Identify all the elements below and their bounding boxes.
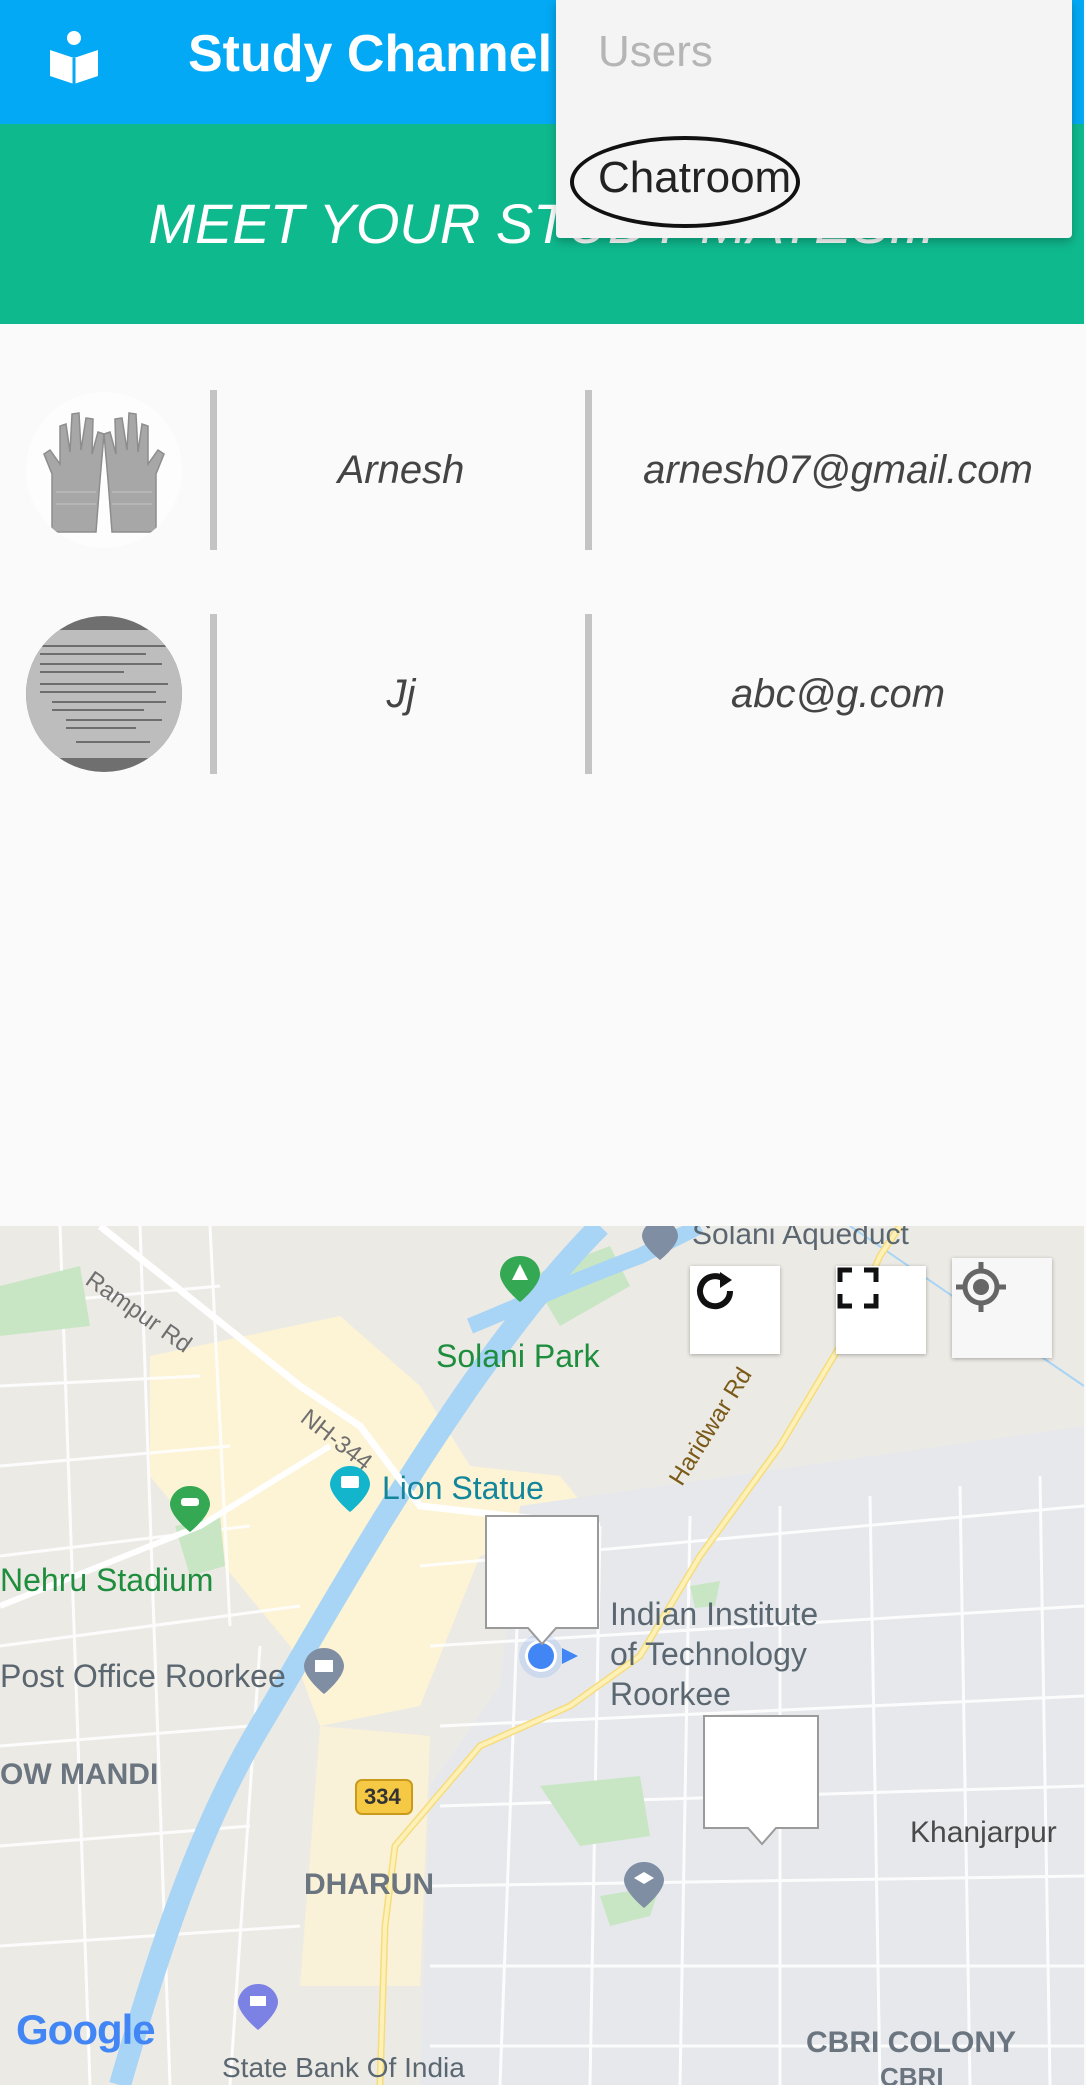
column-divider xyxy=(585,614,592,774)
user-row[interactable]: Arnesh arnesh07@gmail.com xyxy=(0,390,1084,550)
marker-callout xyxy=(703,1715,819,1846)
refresh-icon xyxy=(697,1272,734,1310)
map-view[interactable]: Solani Aqueduct Rampur Rd Solani Park Ha… xyxy=(0,1226,1084,2085)
user-name: Arnesh xyxy=(337,448,465,492)
refresh-button[interactable] xyxy=(690,1266,780,1354)
user-row[interactable]: Jj abc@g.com xyxy=(0,614,1084,774)
menu-item-chatroom[interactable]: Chatroom xyxy=(598,150,791,206)
screen: Study Channel MEET YOUR STUDY MATES... U… xyxy=(0,0,1084,2085)
user-email: abc@g.com xyxy=(730,672,946,716)
map-label: 334 xyxy=(364,1784,401,1809)
book-reader-icon xyxy=(50,31,98,84)
google-logo: Google xyxy=(16,2006,156,2053)
map-label: Khanjarpur xyxy=(910,1816,1057,1849)
column-divider xyxy=(585,390,592,550)
map-label: OW MANDI xyxy=(0,1758,159,1791)
bank-pin-icon xyxy=(238,1984,278,2030)
map-label: of Technology xyxy=(610,1636,807,1672)
user-name: Jj xyxy=(386,672,416,716)
marker-callout xyxy=(485,1515,599,1646)
my-location-dot xyxy=(528,1643,554,1669)
fullscreen-button[interactable] xyxy=(836,1266,926,1354)
map-label: State Bank Of India xyxy=(222,2052,465,2083)
map-label: Lion Statue xyxy=(382,1470,544,1506)
map-label: CBRI COLONY xyxy=(806,2026,1016,2059)
my-location-icon xyxy=(956,1262,1006,1312)
user-email: arnesh07@gmail.com xyxy=(643,448,1033,492)
column-divider xyxy=(210,390,217,550)
map-label: Nehru Stadium xyxy=(0,1562,214,1598)
map-label: Solani Aqueduct xyxy=(692,1226,909,1251)
my-location-button[interactable] xyxy=(952,1258,1052,1358)
map-label: DHARUN xyxy=(304,1868,434,1901)
avatar xyxy=(26,616,182,772)
menu-item-users[interactable]: Users xyxy=(598,24,713,80)
map-label: Indian Institute xyxy=(610,1596,819,1632)
map-label: CBRI xyxy=(880,2062,944,2085)
map-label: Post Office Roorkee xyxy=(0,1658,286,1694)
map-label: Roorkee xyxy=(610,1676,731,1712)
fullscreen-icon xyxy=(837,1267,879,1309)
app-title: Study Channel xyxy=(188,25,553,83)
overflow-menu: Users Chatroom xyxy=(556,0,1072,238)
map-label: Solani Park xyxy=(436,1338,600,1374)
column-divider xyxy=(210,614,217,774)
avatar xyxy=(26,392,182,548)
